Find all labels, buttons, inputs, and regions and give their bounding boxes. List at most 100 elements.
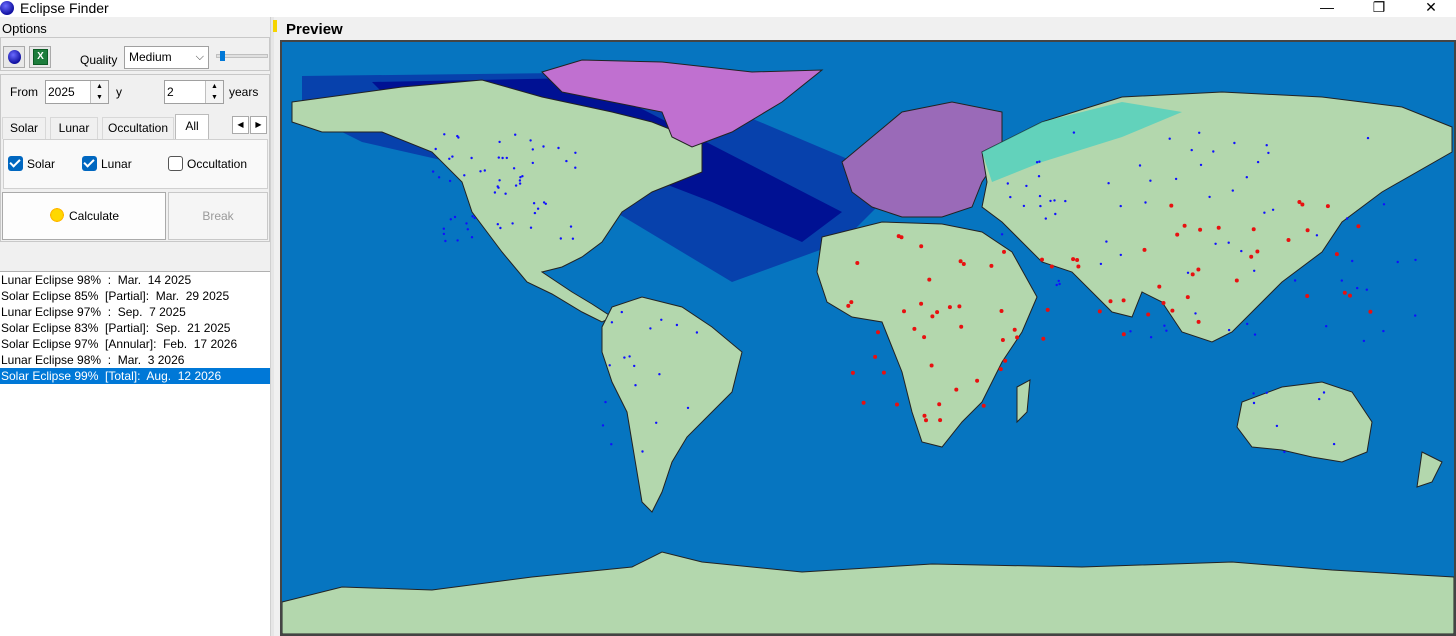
city-dot (448, 157, 451, 160)
from-year-spin-buttons[interactable]: ▲ ▼ (90, 81, 108, 103)
city-dot (1119, 253, 1122, 257)
city-dot (1185, 295, 1190, 300)
checkbox-unchecked-icon[interactable] (168, 156, 183, 171)
city-dot (899, 235, 904, 240)
city-dot (1365, 288, 1369, 291)
maximize-button[interactable]: ❐ (1356, 0, 1402, 17)
city-dot (927, 277, 932, 282)
city-dot (1169, 203, 1174, 208)
spin-down-icon[interactable]: ▼ (206, 92, 223, 103)
solar-checkbox-label: Solar (27, 157, 56, 171)
tab-occultation[interactable]: Occultation (102, 117, 174, 139)
eclipse-list-item[interactable]: Solar Eclipse 85% [Partial]: Mar. 29 202… (0, 288, 270, 304)
city-dot (1174, 177, 1178, 181)
city-dot (620, 310, 623, 314)
from-year-value: 2025 (48, 85, 75, 99)
land-antarctica (282, 551, 1454, 634)
city-dot (1058, 282, 1061, 286)
city-dot (1256, 160, 1260, 164)
tab-scroll-left-icon[interactable]: ◀ (232, 116, 249, 134)
city-dot (1149, 179, 1152, 182)
city-dot (1006, 182, 1009, 185)
eclipse-list-item[interactable]: Solar Eclipse 99% [Total]: Aug. 12 2026 (0, 368, 270, 384)
city-dot (569, 225, 573, 228)
eclipse-results-list[interactable]: Lunar Eclipse 98% : Mar. 14 2025 Solar Ec… (0, 271, 270, 636)
years-spin-buttons[interactable]: ▲ ▼ (205, 81, 223, 103)
spin-down-icon[interactable]: ▼ (91, 92, 108, 103)
splitter-grip[interactable] (273, 20, 277, 32)
panel-splitter[interactable] (270, 17, 274, 636)
quality-slider-thumb[interactable] (220, 51, 225, 61)
city-dot (649, 327, 652, 330)
city-dot (499, 226, 502, 230)
land-africa (816, 221, 1038, 448)
city-dot (922, 413, 927, 418)
eclipse-list-item[interactable]: Lunar Eclipse 98% : Mar. 3 2026 (0, 352, 270, 368)
quality-select[interactable]: Medium ⌵ (124, 46, 209, 69)
city-dot (1009, 195, 1012, 199)
city-dot (1325, 325, 1328, 328)
occultation-checkbox[interactable]: Occultation (168, 155, 258, 173)
from-year-spinner[interactable]: 2025 ▲ ▼ (45, 80, 109, 104)
spin-up-icon[interactable]: ▲ (206, 81, 223, 92)
city-dot (531, 161, 534, 165)
city-dot (1315, 234, 1319, 237)
world-map-preview[interactable] (280, 40, 1456, 636)
minimize-button[interactable]: — (1304, 0, 1350, 17)
calculate-button[interactable]: Calculate (2, 192, 166, 240)
city-dot (1322, 391, 1326, 394)
city-dot (471, 215, 474, 218)
app-moon-icon (0, 1, 14, 15)
land-new-zealand (1416, 451, 1443, 488)
city-dot (470, 156, 473, 160)
city-dot (1396, 260, 1399, 264)
city-dot (444, 239, 447, 243)
years-count-spinner[interactable]: 2 ▲ ▼ (164, 80, 224, 104)
city-dot (873, 354, 878, 359)
city-dot (695, 331, 699, 334)
eclipse-tool-button[interactable] (3, 46, 25, 68)
city-dot (1142, 247, 1147, 252)
city-dot (1334, 252, 1339, 257)
city-dot (533, 211, 537, 215)
city-dot (1194, 312, 1197, 315)
eclipse-list-item[interactable]: Lunar Eclipse 98% : Mar. 14 2025 (0, 272, 270, 288)
city-dot (465, 222, 468, 225)
tab-solar[interactable]: Solar (2, 117, 46, 139)
city-dot (514, 184, 518, 187)
export-excel-button[interactable]: X (29, 46, 51, 68)
eclipse-list-item[interactable]: Solar Eclipse 97% [Annular]: Feb. 17 202… (0, 336, 270, 352)
city-dot (947, 305, 952, 310)
city-dot (1175, 232, 1180, 237)
city-dot (1049, 199, 1052, 203)
city-dot (1039, 204, 1042, 208)
break-button[interactable]: Break (168, 192, 268, 240)
tab-scroll-right-icon[interactable]: ▶ (250, 116, 267, 134)
city-dot (514, 133, 517, 136)
city-dot (1382, 329, 1385, 333)
city-dot (1182, 223, 1187, 228)
checkbox-checked-icon[interactable] (82, 156, 97, 171)
close-button[interactable]: ✕ (1408, 0, 1454, 17)
city-dot (1227, 241, 1230, 244)
city-dot (518, 182, 522, 185)
excel-icon: X (33, 49, 48, 65)
city-dot (442, 227, 445, 230)
city-dot (975, 378, 980, 383)
city-dot (1163, 324, 1166, 327)
checkbox-checked-icon[interactable] (8, 156, 23, 171)
tab-lunar[interactable]: Lunar (50, 117, 98, 139)
city-dot (1325, 204, 1330, 209)
lunar-checkbox[interactable]: Lunar (82, 155, 142, 173)
city-dot (628, 355, 631, 358)
tab-all[interactable]: All (175, 114, 209, 139)
city-dot (658, 373, 661, 376)
city-dot (1300, 202, 1305, 207)
eclipse-list-item[interactable]: Lunar Eclipse 97% : Sep. 7 2025 (0, 304, 270, 320)
city-dot (1265, 391, 1268, 394)
moon-icon (8, 50, 21, 64)
eclipse-list-item[interactable]: Solar Eclipse 83% [Partial]: Sep. 21 202… (0, 320, 270, 336)
solar-checkbox[interactable]: Solar (8, 155, 68, 173)
city-dot (442, 232, 446, 236)
spin-up-icon[interactable]: ▲ (91, 81, 108, 92)
